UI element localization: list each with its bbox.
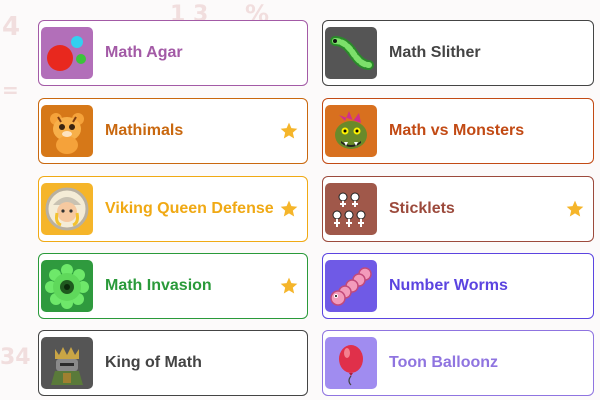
game-title: Viking Queen Defense [105,200,274,217]
game-card-number-worms[interactable]: Number Worms [322,253,594,319]
featured-star-icon [279,121,299,141]
agar-blobs-icon [41,27,93,79]
game-title: Math Invasion [105,277,212,294]
green-virus-icon [41,260,93,312]
game-title: Toon Balloonz [389,354,499,371]
game-title: King of Math [105,354,202,371]
featured-star-icon [279,199,299,219]
game-title: Math Agar [105,44,183,61]
red-balloon-icon [325,337,377,389]
sticklets-icon [325,183,377,235]
game-card-viking-queen-defense[interactable]: Viking Queen Defense [38,176,308,242]
game-card-mathimals[interactable]: Mathimals [38,98,308,164]
game-card-king-of-math[interactable]: King of Math [38,330,308,396]
game-card-math-agar[interactable]: Math Agar [38,20,308,86]
monster-icon [325,105,377,157]
bg-number-deco: = [2,78,19,102]
game-card-sticklets[interactable]: Sticklets [322,176,594,242]
game-card-math-slither[interactable]: Math Slither [322,20,594,86]
snake-icon [325,27,377,79]
game-title: Math Slither [389,44,481,61]
game-card-math-vs-monsters[interactable]: Math vs Monsters [322,98,594,164]
featured-star-icon [565,199,585,219]
game-title: Math vs Monsters [389,122,525,139]
game-title: Sticklets [389,200,455,217]
bg-number-deco: 4 [2,12,21,42]
king-knight-icon [41,337,93,389]
viking-queen-icon [41,183,93,235]
pink-worm-icon [325,260,377,312]
game-title: Number Worms [389,277,508,294]
game-title: Mathimals [105,122,184,139]
game-card-toon-balloonz[interactable]: Toon Balloonz [322,330,594,396]
bg-number-deco: 34 [0,345,31,370]
game-card-math-invasion[interactable]: Math Invasion [38,253,308,319]
tiger-cub-icon [41,105,93,157]
featured-star-icon [279,276,299,296]
